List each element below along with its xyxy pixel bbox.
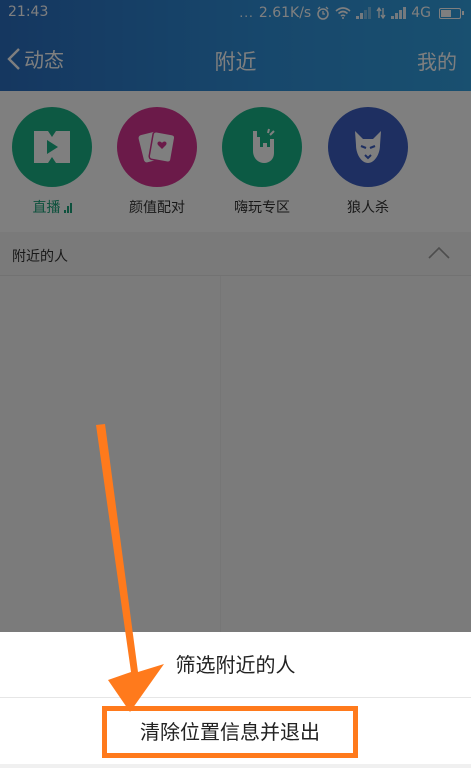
bottom-divider xyxy=(0,764,471,768)
clear-location-exit-button[interactable]: 清除位置信息并退出 xyxy=(102,706,358,758)
filter-nearby-people-button[interactable]: 筛选附近的人 xyxy=(0,632,471,698)
clear-location-row: 清除位置信息并退出 xyxy=(0,702,471,762)
action-sheet: 筛选附近的人 清除位置信息并退出 xyxy=(0,632,471,768)
dim-overlay[interactable] xyxy=(0,0,471,632)
